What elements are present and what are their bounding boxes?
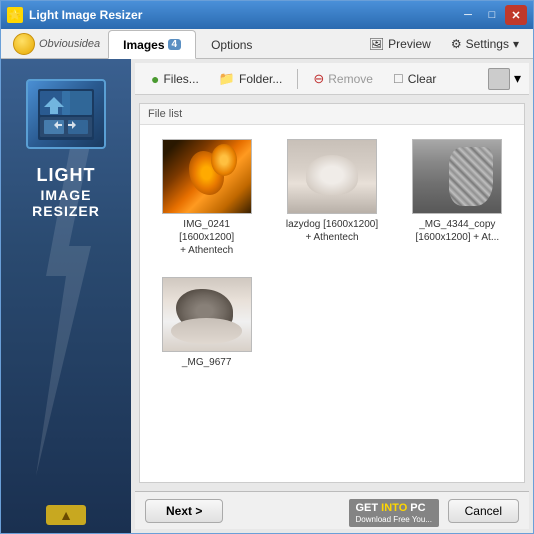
sidebar: LIGHT IMAGE RESIZER ▲ [1,59,131,533]
remove-icon: ⊖ [313,71,324,87]
close-button[interactable]: ✕ [505,5,527,25]
view-dropdown-button[interactable]: ▾ [514,70,521,87]
sidebar-logo-svg [36,87,96,142]
minimize-button[interactable]: ─ [457,5,479,25]
file-name-4: _MG_9677 [182,356,231,369]
preview-button[interactable]: 🖼 Preview [361,35,439,53]
thumbnail-2 [287,139,377,214]
title-bar: 🌟 Light Image Resizer ─ □ ✕ [1,1,533,29]
preview-icon: 🖼 [369,37,384,51]
file-name-3: _MG_4344_copy[1600x1200] + At... [415,218,499,244]
settings-chevron-icon: ▾ [513,37,519,51]
remove-button[interactable]: ⊖ Remove [305,68,381,90]
thumbnail-3 [412,139,502,214]
sidebar-title: LIGHT IMAGE RESIZER [32,165,100,220]
tab-images-badge: 4 [168,39,182,50]
file-grid: IMG_0241[1600x1200]+ Athentech lazydog [… [140,125,524,482]
clear-icon: ☐ [393,72,404,86]
settings-icon: ⚙ [451,37,462,51]
folder-icon: 📁 [219,71,235,87]
file-list-header: File list [140,104,524,125]
list-item[interactable]: _MG_9677 [150,273,263,373]
toolbar-right: ▾ [488,68,521,90]
view-toggle-button[interactable] [488,68,510,90]
folder-button[interactable]: 📁 Folder... [211,68,291,90]
cancel-button[interactable]: Cancel [448,499,519,523]
watermark: GET INTO PC Download Free You... [349,499,440,527]
maximize-button[interactable]: □ [481,5,503,25]
file-name-1: IMG_0241[1600x1200]+ Athentech [179,218,234,257]
list-item[interactable]: _MG_4344_copy[1600x1200] + At... [401,135,514,261]
file-name-2: lazydog [1600x1200]+ Athentech [286,218,378,244]
menu-bar: Obviousidea Images 4 Options 🖼 Preview ⚙… [1,29,533,59]
list-item[interactable]: lazydog [1600x1200]+ Athentech [275,135,388,261]
main-window: 🌟 Light Image Resizer ─ □ ✕ Obviousidea … [0,0,534,534]
logo-bulb-icon [13,33,35,55]
menu-right: 🖼 Preview ⚙ Settings ▾ [361,29,533,58]
window-title: Light Image Resizer [29,8,457,22]
thumbnail-1 [162,139,252,214]
logo-text: Obviousidea [39,38,100,50]
bottom-bar: Next > GET INTO PC Download Free You... … [135,491,529,529]
thumbnail-4 [162,277,252,352]
toolbar: ● Files... 📁 Folder... ⊖ Remove ☐ Clear [135,63,529,95]
window-controls: ─ □ ✕ [457,5,527,25]
main-content: LIGHT IMAGE RESIZER ▲ ● Files... 📁 Folde… [1,59,533,533]
add-files-icon: ● [151,71,159,87]
sidebar-logo-image [26,79,106,149]
next-button[interactable]: Next > [145,499,223,523]
list-item[interactable]: IMG_0241[1600x1200]+ Athentech [150,135,263,261]
tab-options[interactable]: Options [196,30,267,59]
files-button[interactable]: ● Files... [143,68,207,90]
tab-images[interactable]: Images 4 [108,30,196,59]
app-icon: 🌟 [7,7,23,23]
clear-button[interactable]: ☐ Clear [385,69,444,89]
toolbar-separator-1 [297,69,298,89]
file-panel: File list IMG_0241[1600x1200]+ Athentech… [139,103,525,483]
settings-button[interactable]: ⚙ Settings ▾ [443,35,527,53]
logo-area: Obviousidea [5,29,108,58]
